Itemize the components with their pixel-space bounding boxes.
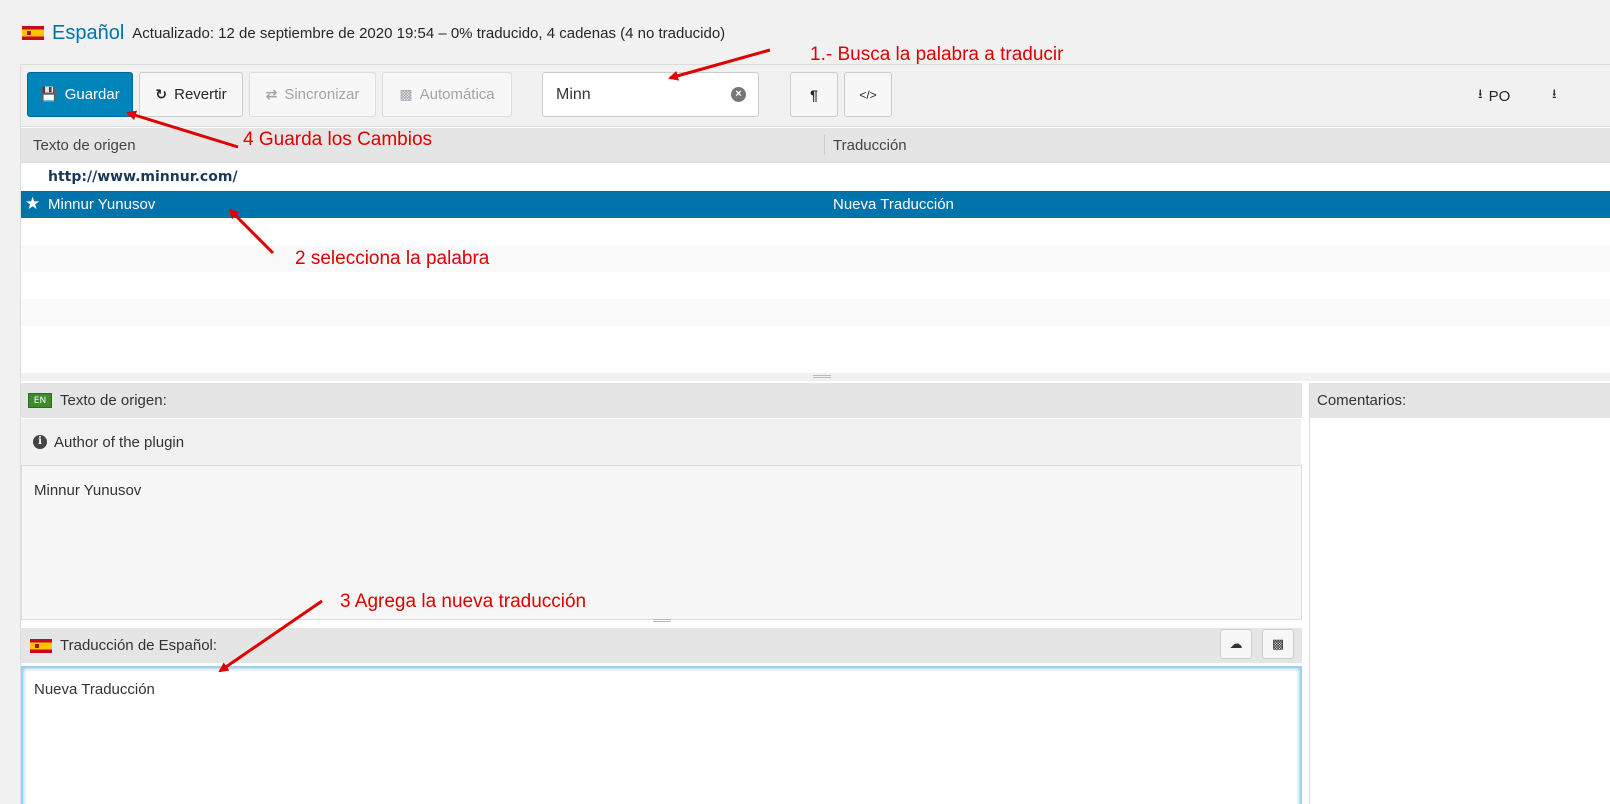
refresh-icon: ↻: [155, 86, 168, 102]
annotation-step2: 2 selecciona la palabra: [295, 248, 490, 269]
list-item-selected[interactable]: ★ Minnur Yunusov Nueva Traducción: [21, 191, 1610, 218]
clear-search-icon[interactable]: ×: [731, 87, 746, 102]
comments-pane-title: Comentarios:: [1317, 392, 1407, 409]
save-button[interactable]: 💾 Guardar: [27, 72, 133, 117]
revert-button[interactable]: ↻ Revertir: [139, 72, 243, 117]
string-list: http://www.minnur.com/ ★ Minnur Yunusov …: [21, 164, 1610, 353]
column-translation[interactable]: Traducción: [833, 137, 907, 154]
download-icon: ⭳: [1552, 86, 1557, 101]
source-pane-title: Texto de origen:: [60, 392, 167, 409]
toggle-invisibles-button[interactable]: ¶: [790, 72, 838, 117]
list-item-empty: [21, 326, 1610, 353]
source-context-row: i Author of the plugin: [21, 419, 1301, 465]
cloud-icon: ☁: [1229, 636, 1243, 651]
download-icon: ⭳: [1478, 86, 1483, 101]
annotation-step4: 4 Guarda los Cambios: [243, 129, 433, 150]
sync-button[interactable]: ⇄ Sincronizar: [249, 72, 376, 117]
source-text-box: Minnur Yunusov: [21, 465, 1302, 622]
source-context-text: Author of the plugin: [54, 433, 185, 451]
robot-translate-button[interactable]: ▩: [1262, 629, 1294, 659]
search-input[interactable]: [556, 85, 716, 104]
robot-icon: ▩: [1271, 636, 1285, 651]
info-icon: i: [33, 435, 47, 449]
annotation-step1: 1.- Busca la palabra a traducir: [810, 44, 1064, 65]
target-pane-title: Traducción de Español:: [60, 637, 218, 654]
translation-textarea[interactable]: Nueva Traducción: [21, 666, 1302, 804]
search-field[interactable]: ×: [542, 72, 759, 117]
row-source-text: Minnur Yunusov: [48, 196, 156, 213]
comments-pane-header: Comentarios:: [1310, 383, 1610, 418]
list-item-empty: [21, 299, 1610, 326]
list-item-empty: [21, 272, 1610, 299]
translation-text: Nueva Traducción: [34, 681, 155, 698]
robot-icon: ▩: [399, 86, 413, 102]
spain-flag-icon: [22, 26, 44, 40]
row-translation-text: Nueva Traducción: [833, 196, 954, 213]
pilcrow-icon: ¶: [810, 86, 818, 103]
horizontal-splitter[interactable]: [21, 373, 1610, 381]
grip-icon: [813, 375, 831, 378]
source-text: Minnur Yunusov: [34, 482, 142, 499]
column-divider: [824, 135, 825, 155]
cloud-suggest-button[interactable]: ☁: [1220, 629, 1252, 659]
annotation-step3: 3 Agrega la nueva traducción: [340, 591, 587, 612]
sync-icon: ⇄: [265, 86, 278, 102]
list-item-empty: [21, 218, 1610, 245]
target-pane-header: Traducción de Español:: [21, 628, 1302, 663]
source-pane-header: EN Texto de origen:: [21, 383, 1302, 418]
list-item-context[interactable]: http://www.minnur.com/: [21, 164, 1610, 191]
toolbar: 💾 Guardar ↻ Revertir ⇄ Sincronizar ▩ Aut…: [21, 65, 1610, 127]
spain-flag-icon: [30, 638, 52, 653]
status-text: Actualizado: 12 de septiembre de 2020 19…: [132, 24, 726, 42]
page-header: Español Actualizado: 12 de septiembre de…: [22, 18, 725, 48]
column-source[interactable]: Texto de origen: [33, 137, 136, 154]
floppy-disk-icon: 💾: [40, 86, 58, 102]
toggle-code-button[interactable]: </>: [844, 72, 892, 117]
language-title[interactable]: Español: [52, 22, 124, 45]
star-icon: ★: [25, 194, 41, 213]
translation-editor: 💾 Guardar ↻ Revertir ⇄ Sincronizar ▩ Aut…: [20, 64, 1610, 804]
comments-pane: Comentarios:: [1309, 383, 1610, 804]
auto-translate-button[interactable]: ▩ Automática: [382, 72, 512, 117]
code-icon: </>: [859, 87, 877, 102]
context-label: http://www.minnur.com/: [48, 169, 238, 185]
grip-icon: [653, 619, 671, 622]
download-po-button[interactable]: ⭳ PO: [1478, 85, 1510, 107]
download-more-button[interactable]: ⭳: [1552, 85, 1557, 107]
english-flag-icon: EN: [28, 393, 52, 408]
list-item-empty: [21, 245, 1610, 272]
